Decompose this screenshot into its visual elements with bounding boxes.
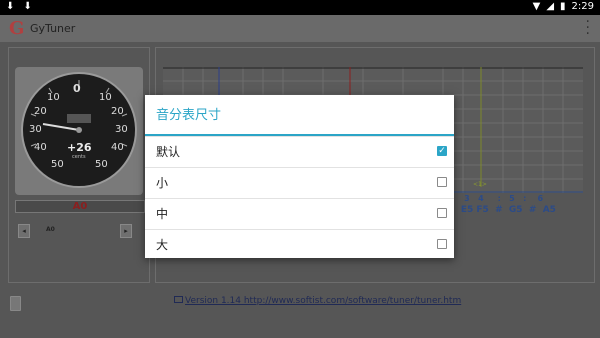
checkbox-icon[interactable] [437, 208, 447, 218]
download-icons: ⬇ ⬇ [6, 1, 35, 12]
option-label: 默认 [156, 145, 181, 159]
status-bar: ⬇ ⬇ ▼ ◢ ▮ 2:29 [0, 0, 600, 15]
option-small[interactable]: 小 [145, 167, 454, 198]
overflow-menu-icon[interactable]: · · · [586, 15, 590, 41]
next-note-button[interactable]: ▸ [120, 224, 132, 238]
option-label: 中 [156, 207, 169, 221]
app-title: GyTuner [30, 22, 76, 35]
dial-label-left-50: 50 [51, 159, 64, 170]
checkbox-icon[interactable] [437, 177, 447, 187]
option-label: 大 [156, 238, 169, 252]
dial-zero: 0 [73, 82, 81, 95]
doc-icon [174, 296, 183, 303]
dial-label-right-50: 50 [95, 159, 108, 170]
tuner-dial: 0 10 20 30 40 50 10 20 30 40 50 +26 cent… [21, 72, 137, 188]
dial-label-right-40: 40 [111, 142, 124, 153]
cents-unit: cents [72, 154, 86, 160]
dial-label-right-20: 20 [111, 106, 124, 117]
status-time: 2:29 [571, 1, 594, 12]
version-link[interactable]: Version 1.14 http://www.softist.com/soft… [174, 296, 461, 306]
option-default[interactable]: 默认 ✓ [145, 136, 454, 167]
cents-reading: +26 [67, 141, 92, 154]
dial-label-right-10: 10 [99, 92, 112, 103]
dial-label-right-30: 30 [115, 124, 128, 135]
marker-label: <1> [473, 181, 487, 188]
note-display: A0 [15, 200, 145, 213]
dial-window [67, 114, 91, 123]
app-bar: G GyTuner · · · [0, 15, 600, 42]
dial-label-left-10: 10 [47, 92, 60, 103]
needle [42, 123, 80, 131]
scale-size-dialog: 音分表尺寸 默认 ✓ 小 中 大 [145, 95, 454, 258]
dial-label-left-20: 20 [34, 106, 47, 117]
checkbox-checked-icon[interactable]: ✓ [437, 146, 447, 156]
tuning-note-label[interactable]: A0 [46, 226, 55, 233]
phone-icon[interactable] [10, 296, 21, 311]
app-logo: G [9, 18, 25, 39]
battery-icon: ▮ [560, 1, 566, 12]
note-ruler-top: : 3 4 : 5 : 6 [447, 194, 544, 203]
option-label: 小 [156, 176, 169, 190]
signal-icon: ◢ [546, 1, 555, 12]
wifi-icon: ▼ [532, 1, 541, 12]
note-ruler-bottom: # E5 F5 # G5 # A5 [447, 205, 556, 215]
dialog-title: 音分表尺寸 [145, 95, 454, 136]
dial-label-left-40: 40 [34, 142, 47, 153]
option-large[interactable]: 大 [145, 229, 454, 260]
option-medium[interactable]: 中 [145, 198, 454, 229]
prev-note-button[interactable]: ◂ [18, 224, 30, 238]
checkbox-icon[interactable] [437, 239, 447, 249]
dial-label-left-30: 30 [29, 124, 42, 135]
